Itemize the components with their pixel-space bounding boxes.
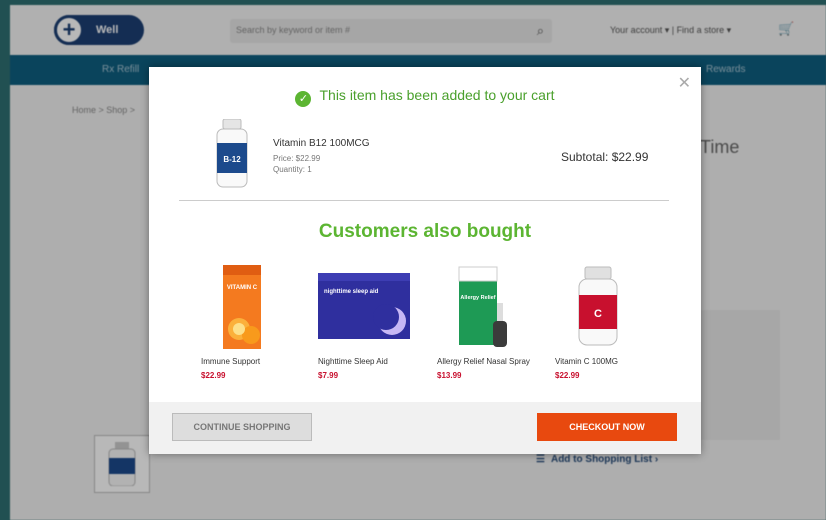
recommended-product[interactable]: C Vitamin C 100MG $22.99 <box>555 263 665 380</box>
modal-footer: CONTINUE SHOPPING CHECKOUT NOW <box>149 402 701 454</box>
product-name[interactable]: Allergy Relief Nasal Spray <box>437 357 547 366</box>
vitamin-c-box-image: VITAMIN C <box>223 265 261 349</box>
product-price: $13.99 <box>437 371 462 380</box>
box-label: Allergy Relief <box>460 295 495 301</box>
cart-subtotal: Subtotal: $22.99 <box>561 150 649 164</box>
cart-item-quantity: Quantity: 1 <box>273 165 312 174</box>
bottle-label: C <box>594 308 602 320</box>
sleep-aid-box-image: nighttime sleep aid <box>318 273 410 339</box>
cart-item-name: Vitamin B12 100MCG <box>273 138 370 149</box>
added-message: ✓ This item has been added to your cart <box>149 87 701 107</box>
product-image[interactable]: VITAMIN C <box>201 263 311 353</box>
cart-item-price: Price: $22.99 <box>273 154 321 163</box>
product-price: $22.99 <box>201 371 226 380</box>
divider <box>179 200 669 201</box>
vitamin-b12-bottle-image: B-12 <box>216 119 248 188</box>
product-name[interactable]: Vitamin C 100MG <box>555 357 665 366</box>
checkout-now-button[interactable]: CHECKOUT NOW <box>537 413 677 441</box>
product-image[interactable]: C <box>555 263 665 353</box>
recommended-product[interactable]: Allergy Relief Allergy Relief Nasal Spra… <box>437 263 547 380</box>
added-to-cart-modal: ✕ ✓ This item has been added to your cart… <box>149 67 701 454</box>
box-label: nighttime sleep aid <box>324 289 379 295</box>
recommended-product[interactable]: VITAMIN C Immune Support $22.99 <box>201 263 311 380</box>
bottle-label: B-12 <box>223 155 241 164</box>
product-price: $22.99 <box>555 371 580 380</box>
box-label: VITAMIN C <box>227 285 258 291</box>
product-name[interactable]: Immune Support <box>201 357 311 366</box>
nasal-spray-image: Allergy Relief <box>458 266 507 347</box>
product-price: $7.99 <box>318 371 339 380</box>
recommended-product[interactable]: nighttime sleep aid Nighttime Sleep Aid … <box>318 263 428 380</box>
check-circle-icon: ✓ <box>295 91 312 107</box>
also-bought-title: Customers also bought <box>318 221 532 242</box>
vitamin-c-bottle-image: C <box>578 266 618 346</box>
product-name[interactable]: Nighttime Sleep Aid <box>318 357 428 366</box>
product-image[interactable]: nighttime sleep aid <box>318 263 428 353</box>
product-image[interactable]: Allergy Relief <box>437 263 547 353</box>
continue-shopping-button[interactable]: CONTINUE SHOPPING <box>172 413 312 441</box>
added-text: This item has been added to your cart <box>319 87 555 103</box>
